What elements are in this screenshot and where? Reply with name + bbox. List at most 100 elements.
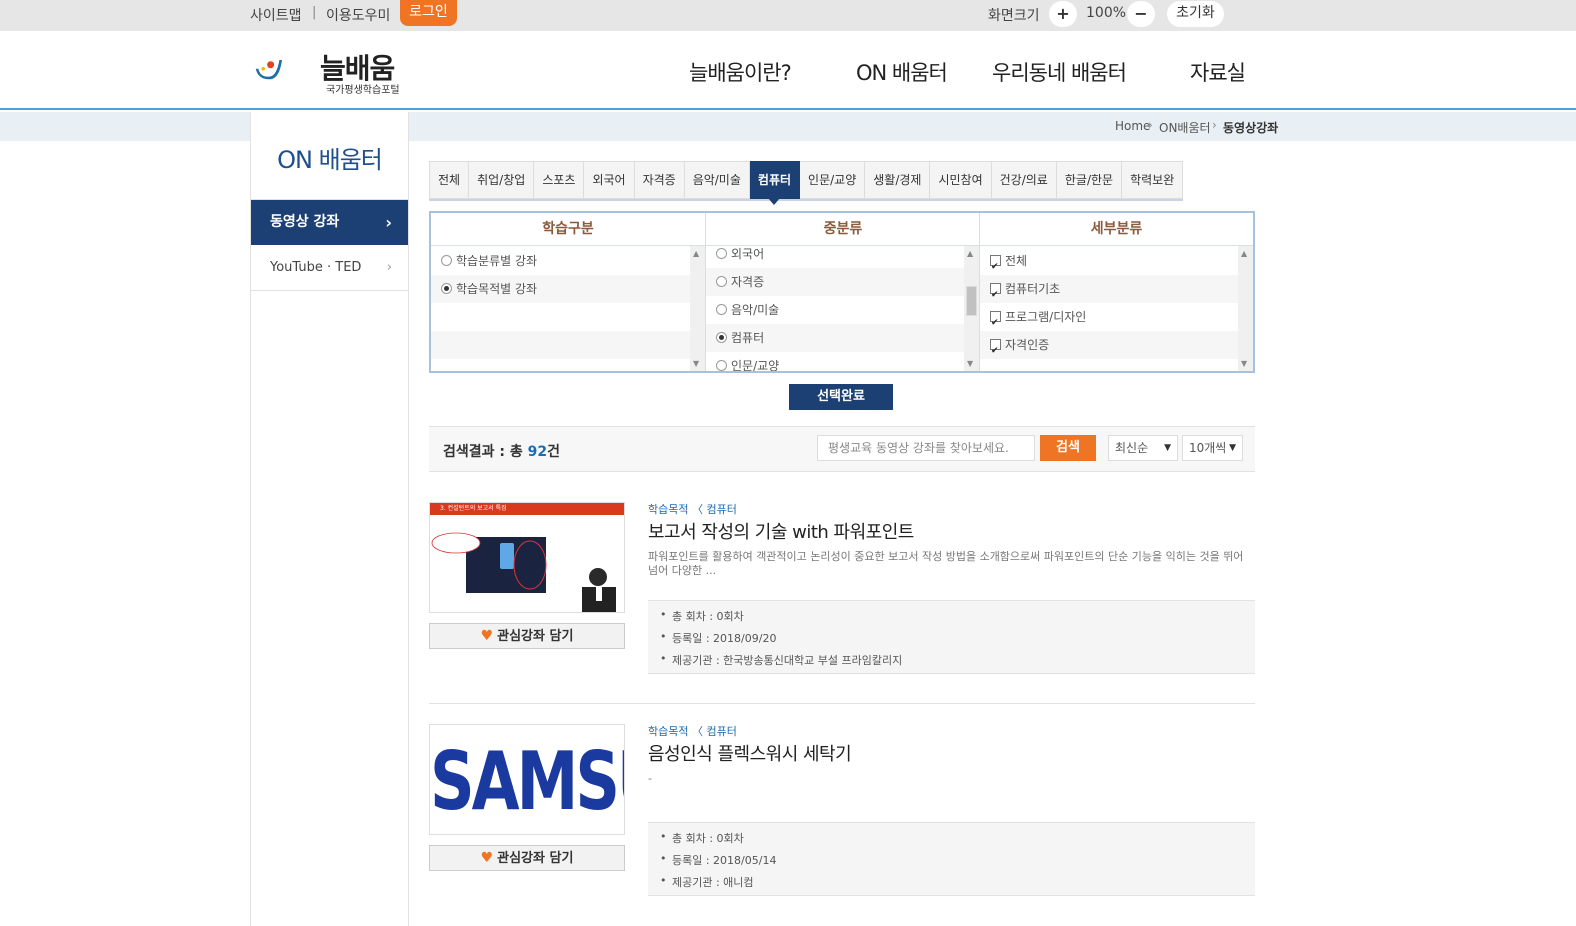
filter-option[interactable]: 음악/미술	[706, 296, 964, 324]
course-thumbnail[interactable]: SAMSUNG	[429, 724, 625, 835]
radio-button[interactable]	[716, 332, 727, 343]
filter-option[interactable]: 인문/교양	[706, 352, 964, 371]
filter-column-title-overlay: 중분류	[706, 213, 979, 246]
scroll-down-icon[interactable]: ▼	[967, 359, 973, 368]
tab-health[interactable]: 건강/의료	[991, 161, 1057, 199]
wishlist-label: 관심강좌 담기	[497, 851, 574, 866]
scroll-down-icon[interactable]: ▼	[1241, 359, 1247, 368]
tab-humanities[interactable]: 인문/교양	[800, 161, 866, 199]
filter-option[interactable]: 자격인증	[980, 331, 1238, 365]
filter-column-title: 세부분류	[980, 213, 1253, 246]
filter-option[interactable]: 전체	[980, 247, 1238, 281]
course-category[interactable]: 학습목적 〈 컴퓨터	[648, 723, 737, 739]
scrollbar[interactable]: ▲ ▼	[690, 246, 705, 371]
course-divider	[429, 703, 1255, 704]
search-input[interactable]: 평생교육 동영상 강좌를 찾아보세요.	[817, 435, 1035, 461]
course-thumbnail[interactable]: 3. 컨설턴트의 보고서 특징	[429, 502, 625, 613]
logo-icon[interactable]	[254, 45, 324, 95]
filter-option[interactable]: 컴퓨터기초	[980, 275, 1238, 309]
filter-option[interactable]: 컴퓨터	[706, 324, 964, 352]
course-title[interactable]: 음성인식 플렉스워시 세탁기	[648, 740, 852, 766]
filter-option[interactable]: 자격증	[706, 268, 964, 296]
course-title[interactable]: 보고서 작성의 기술 with 파워포인트	[648, 518, 914, 544]
course-date: 등록일 : 2018/09/20	[660, 630, 777, 646]
caret-down-icon: ▼	[1164, 443, 1171, 453]
zoom-out-button[interactable]: −	[1127, 1, 1155, 27]
sitemap-link[interactable]: 사이트맵	[250, 5, 302, 25]
filter-option-label: 학습목적별 강좌	[456, 282, 538, 296]
filter-panel: 학습구분 학습분류별 강좌 학습목적별 강좌 ▲ ▼ 중분류 외국어 자격증 음…	[429, 211, 1255, 373]
radio-button[interactable]	[441, 283, 452, 294]
radio-button[interactable]	[716, 360, 727, 371]
filter-option[interactable]: 프로그램/디자인	[980, 303, 1238, 337]
course-sessions: 총 회차 : 0회차	[660, 608, 744, 624]
filter-option-label: 컴퓨터기초	[1005, 282, 1061, 296]
checkbox[interactable]	[990, 337, 1001, 365]
search-button[interactable]: 검색	[1040, 435, 1096, 461]
apply-filter-button[interactable]: 선택완료	[789, 384, 893, 410]
sidebar-item-video[interactable]: 동영상 강좌 ›	[251, 200, 408, 245]
zoom-in-button[interactable]: +	[1049, 1, 1077, 27]
radio-button[interactable]	[441, 255, 452, 266]
nav-on-learning[interactable]: ON 배움터	[856, 57, 948, 87]
chevron-right-icon: ›	[1148, 118, 1153, 132]
course-meta: 총 회차 : 0회차 등록일 : 2018/09/20 제공기관 : 한국방송통…	[648, 600, 1255, 674]
help-link[interactable]: 이용도우미	[326, 5, 390, 25]
tab-arts[interactable]: 음악/미술	[684, 161, 750, 199]
tab-life-economy[interactable]: 생활/경제	[865, 161, 931, 199]
sort-select[interactable]: 최신순 ▼	[1108, 435, 1178, 461]
radio-button[interactable]	[716, 248, 727, 259]
scroll-thumb[interactable]	[966, 286, 977, 316]
login-button[interactable]: 로그인	[400, 0, 457, 26]
nav-archive[interactable]: 자료실	[1190, 57, 1246, 87]
search-bar: 검색결과 : 총 92건 평생교육 동영상 강좌를 찾아보세요. 검색 최신순 …	[429, 426, 1255, 472]
scroll-up-icon[interactable]: ▲	[693, 249, 699, 258]
course-date: 등록일 : 2018/05/14	[660, 852, 777, 868]
filter-option[interactable]: 학습분류별 강좌	[431, 247, 690, 275]
sidebar-item-youtube[interactable]: YouTube · TED ›	[251, 245, 408, 291]
add-wishlist-button[interactable]: ♥ 관심강좌 담기	[429, 623, 625, 649]
filter-column-detail: 세부분류 전체 컴퓨터기초 프로그램/디자인 자격인증 ▲ ▼	[980, 213, 1253, 371]
breadcrumb-home[interactable]: Home	[1115, 119, 1150, 133]
tab-computer[interactable]: 컴퓨터	[749, 161, 801, 205]
tab-jobs[interactable]: 취업/창업	[469, 161, 535, 199]
logo-subtitle: 국가평생학습포털	[326, 85, 400, 96]
radio-button[interactable]	[716, 276, 727, 287]
tab-language[interactable]: 외국어	[584, 161, 635, 199]
checkbox[interactable]	[990, 281, 1001, 309]
add-wishlist-button[interactable]: ♥ 관심강좌 담기	[429, 845, 625, 871]
checkbox[interactable]	[990, 253, 1001, 281]
radio-button[interactable]	[716, 304, 727, 315]
chevron-right-icon: ›	[386, 260, 392, 275]
sort-select-value: 최신순	[1115, 441, 1149, 455]
tab-academic[interactable]: 학력보완	[1122, 161, 1184, 199]
scroll-up-icon[interactable]: ▲	[967, 249, 973, 258]
filter-column-type: 학습구분 학습분류별 강좌 학습목적별 강좌 ▲ ▼	[431, 213, 706, 371]
sidebar: ON 배움터 동영상 강좌 › YouTube · TED ›	[250, 112, 409, 926]
tab-hangul[interactable]: 한글/한문	[1056, 161, 1123, 199]
scrollbar[interactable]: ▲ ▼	[964, 246, 979, 371]
filter-option-label: 인문/교양	[731, 359, 780, 371]
course-category[interactable]: 학습목적 〈 컴퓨터	[648, 501, 737, 517]
result-suffix: 건	[547, 444, 560, 460]
filter-option-label: 음악/미술	[731, 303, 780, 317]
tab-civic[interactable]: 시민참여	[930, 161, 992, 199]
tab-sports[interactable]: 스포츠	[534, 161, 585, 199]
scroll-down-icon[interactable]: ▼	[693, 359, 699, 368]
scrollbar[interactable]: ▲ ▼	[1238, 246, 1253, 371]
lecture-slide-graphic	[431, 532, 616, 612]
tab-certificate[interactable]: 자격증	[634, 161, 685, 199]
scroll-up-icon[interactable]: ▲	[1241, 249, 1247, 258]
per-page-value: 10개씩	[1189, 441, 1227, 455]
filter-column-middle: 중분류 외국어 자격증 음악/미술 컴퓨터 인문/교양 중분류 ▲ ▼	[706, 213, 980, 371]
per-page-select[interactable]: 10개씩 ▼	[1182, 435, 1243, 461]
tab-all[interactable]: 전체	[429, 161, 470, 199]
zoom-reset-button[interactable]: 초기화	[1167, 1, 1224, 27]
nav-local-learning[interactable]: 우리동네 배움터	[992, 57, 1127, 87]
breadcrumb-on[interactable]: ON배움터	[1159, 119, 1211, 136]
result-count-label: 검색결과 : 총 92건	[443, 441, 560, 461]
chevron-right-icon: ›	[385, 213, 392, 232]
filter-option[interactable]: 학습목적별 강좌	[431, 275, 690, 303]
nav-about[interactable]: 늘배움이란?	[689, 57, 792, 87]
checkbox[interactable]	[990, 309, 1001, 337]
